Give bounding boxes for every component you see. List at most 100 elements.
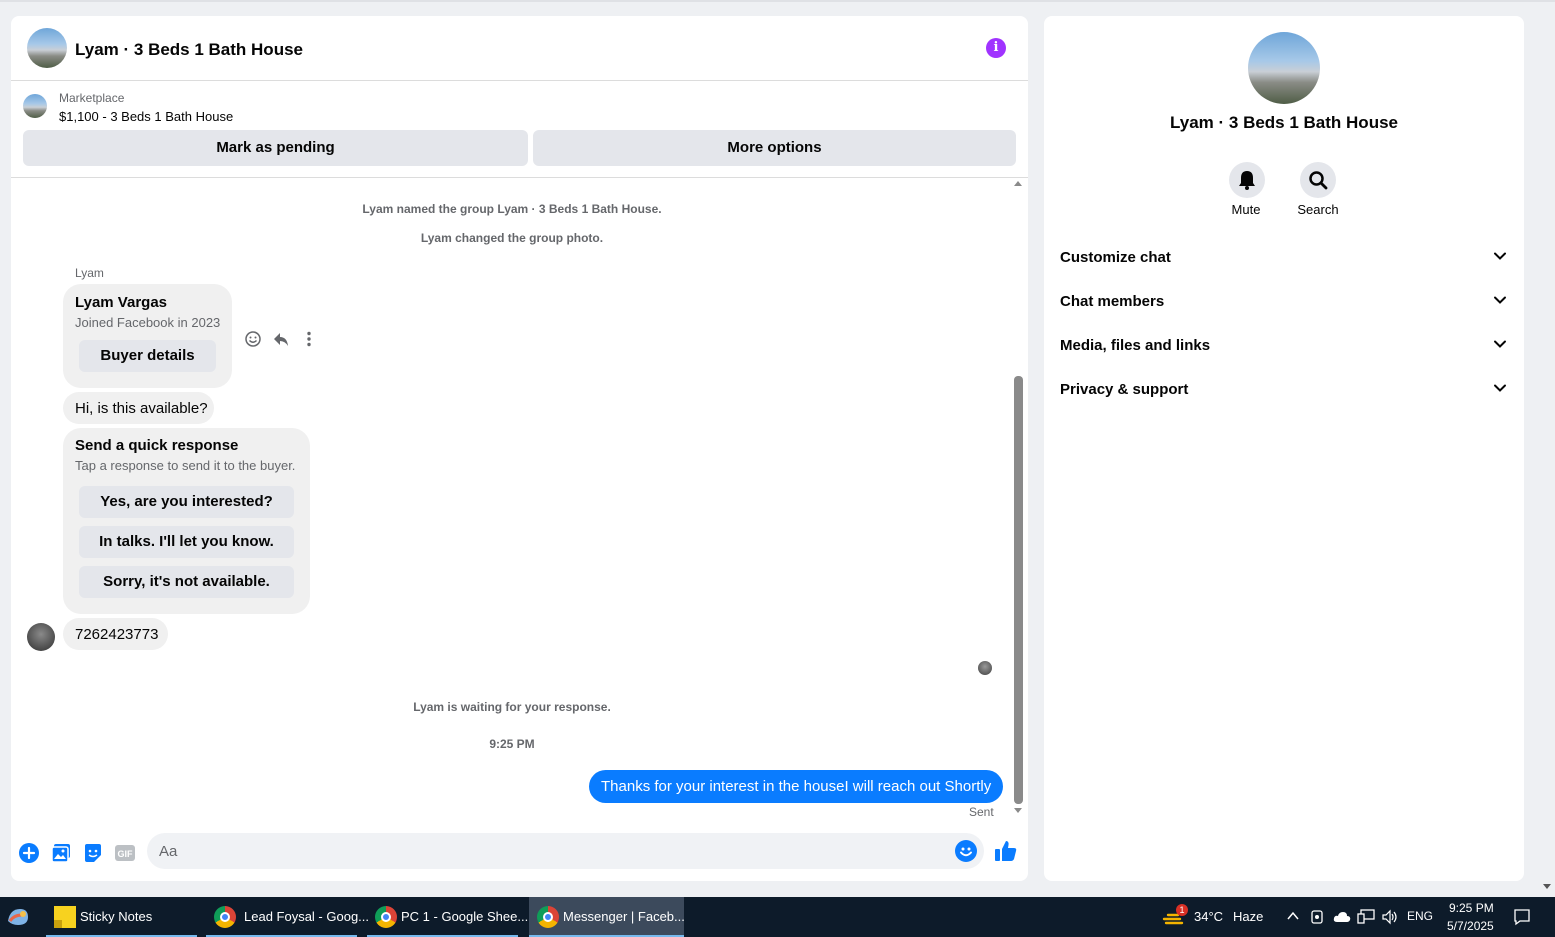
top-border (0, 0, 1555, 2)
message-bubble-incoming[interactable]: 7262423773 (63, 618, 168, 650)
message-text: Thanks for your interest in the houseI w… (601, 778, 992, 795)
search-label: Search (1297, 202, 1339, 217)
sticker-icon[interactable] (82, 842, 104, 864)
more-options-button[interactable]: More options (533, 130, 1016, 166)
info-icon[interactable]: i (986, 38, 1006, 58)
quick-response-option[interactable]: Yes, are you interested? (79, 486, 294, 518)
meet-now-icon[interactable] (1310, 909, 1324, 930)
react-emoji-icon[interactable] (241, 327, 265, 351)
message-timestamp: 9:25 PM (489, 737, 535, 751)
section-label: Customize chat (1060, 249, 1171, 266)
chrome-icon (214, 906, 236, 928)
section-privacy-support[interactable]: Privacy & support (1060, 374, 1508, 406)
sender-avatar[interactable] (27, 623, 55, 651)
network-icon[interactable] (1357, 909, 1375, 930)
plus-icon[interactable] (18, 842, 40, 864)
message-input[interactable] (147, 833, 984, 869)
mark-as-pending-button[interactable]: Mark as pending (23, 130, 528, 166)
gif-icon[interactable]: GIF (114, 842, 136, 864)
input-language[interactable]: ENG (1407, 909, 1433, 923)
chrome-icon (537, 906, 559, 928)
photo-icon[interactable] (50, 842, 72, 864)
weather-description[interactable]: Haze (1233, 909, 1263, 924)
buyer-joined: Joined Facebook in 2023 (75, 315, 221, 330)
quick-response-subtitle: Tap a response to send it to the buyer. (75, 458, 296, 473)
chat-scrollbar[interactable] (1014, 181, 1024, 821)
notifications-icon[interactable] (1513, 908, 1531, 931)
chevron-down-icon (1494, 252, 1506, 260)
chat-details-panel: Lyam · 3 Beds 1 Bath House Mute Search C… (1044, 16, 1524, 881)
waiting-notice: Lyam is waiting for your response. (413, 700, 611, 714)
page-scroll-down-icon[interactable] (1543, 884, 1551, 889)
taskbar-item-label: Sticky Notes (80, 909, 153, 924)
system-message: Lyam named the group Lyam · 3 Beds 1 Bat… (362, 202, 662, 216)
sticky-notes-icon (54, 906, 76, 928)
thumbs-up-icon[interactable] (993, 838, 1019, 864)
section-customize-chat[interactable]: Customize chat (1060, 242, 1508, 274)
read-receipt-avatar (978, 661, 992, 675)
quick-response-card: Send a quick response Tap a response to … (63, 428, 310, 614)
group-avatar[interactable] (27, 28, 67, 68)
system-message: Lyam changed the group photo. (420, 231, 604, 245)
volume-icon[interactable] (1381, 909, 1399, 930)
emoji-icon[interactable] (955, 840, 977, 862)
weather-icon[interactable]: 1 (1162, 904, 1188, 927)
chevron-down-icon (1494, 296, 1506, 304)
quick-response-option[interactable]: Sorry, it's not available. (79, 566, 294, 598)
section-label: Privacy & support (1060, 381, 1189, 398)
buyer-profile-card: Lyam Vargas Joined Facebook in 2023 Buye… (63, 284, 232, 388)
taskbar-item-lead-foysal[interactable]: Lead Foysal - Goog... (206, 897, 369, 937)
chevron-down-icon (1494, 384, 1506, 392)
taskbar-item-label: PC 1 - Google Shee... (401, 909, 529, 924)
scroll-up-arrow-icon[interactable] (1014, 181, 1022, 186)
taskbar-item-label: Lead Foysal - Goog... (244, 909, 370, 924)
quick-response-option[interactable]: In talks. I'll let you know. (79, 526, 294, 558)
taskbar-item-sticky-notes[interactable]: Sticky Notes (46, 897, 197, 937)
weather-badge: 1 (1176, 904, 1188, 916)
taskbar-item-messenger[interactable]: Messenger | Faceb... (529, 897, 685, 937)
taskbar-item-label: Messenger | Faceb... (563, 909, 685, 924)
reply-icon[interactable] (269, 327, 293, 351)
chat-header: Lyam · 3 Beds 1 Bath House i (11, 16, 1028, 81)
svg-text:GIF: GIF (118, 849, 134, 859)
more-vertical-icon[interactable] (297, 327, 321, 351)
taskbar-item-pc1-sheets[interactable]: PC 1 - Google Shee... (367, 897, 528, 937)
listing-title[interactable]: $1,100 - 3 Beds 1 Bath House (59, 109, 233, 124)
message-text: Hi, is this available? (75, 400, 208, 417)
message-bubble-outgoing[interactable]: Thanks for your interest in the houseI w… (589, 770, 1003, 803)
buyer-details-button[interactable]: Buyer details (79, 340, 216, 372)
section-chat-members[interactable]: Chat members (1060, 286, 1508, 318)
listing-thumbnail[interactable] (23, 94, 47, 118)
chevron-down-icon (1494, 340, 1506, 348)
chat-panel: Lyam · 3 Beds 1 Bath House i Marketplace… (11, 16, 1028, 881)
section-label: Chat members (1060, 293, 1165, 310)
show-hidden-icons-icon[interactable] (1286, 909, 1300, 928)
mute-button[interactable] (1229, 162, 1265, 198)
search-icon (1309, 171, 1328, 190)
marketplace-label: Marketplace (59, 91, 125, 105)
start-icon[interactable] (4, 903, 32, 931)
quick-response-title: Send a quick response (75, 437, 239, 454)
section-media-files-links[interactable]: Media, files and links (1060, 330, 1508, 362)
message-text: 7262423773 (75, 626, 159, 643)
chrome-icon (375, 906, 397, 928)
weather-temperature[interactable]: 34°C (1194, 909, 1223, 924)
clock-time[interactable]: 9:25 PM (1449, 901, 1494, 915)
mute-label: Mute (1231, 202, 1261, 217)
onedrive-cloud-icon[interactable] (1333, 910, 1351, 928)
scroll-thumb[interactable] (1014, 376, 1023, 804)
group-title: Lyam · 3 Beds 1 Bath House (1170, 113, 1398, 132)
buyer-name: Lyam Vargas (75, 294, 167, 311)
chat-title[interactable]: Lyam · 3 Beds 1 Bath House (75, 40, 303, 60)
section-label: Media, files and links (1060, 337, 1211, 354)
scroll-down-arrow-icon[interactable] (1014, 808, 1022, 813)
clock-date[interactable]: 5/7/2025 (1447, 919, 1494, 933)
taskbar: Sticky Notes Lead Foysal - Goog... PC 1 … (0, 897, 1555, 937)
message-bubble-incoming[interactable]: Hi, is this available? (63, 392, 214, 424)
sender-name: Lyam (75, 266, 104, 280)
sent-status: Sent (969, 805, 994, 819)
group-profile-photo[interactable] (1248, 32, 1320, 104)
header-divider (11, 177, 1028, 178)
search-button[interactable] (1300, 162, 1336, 198)
bell-icon (1239, 171, 1255, 190)
